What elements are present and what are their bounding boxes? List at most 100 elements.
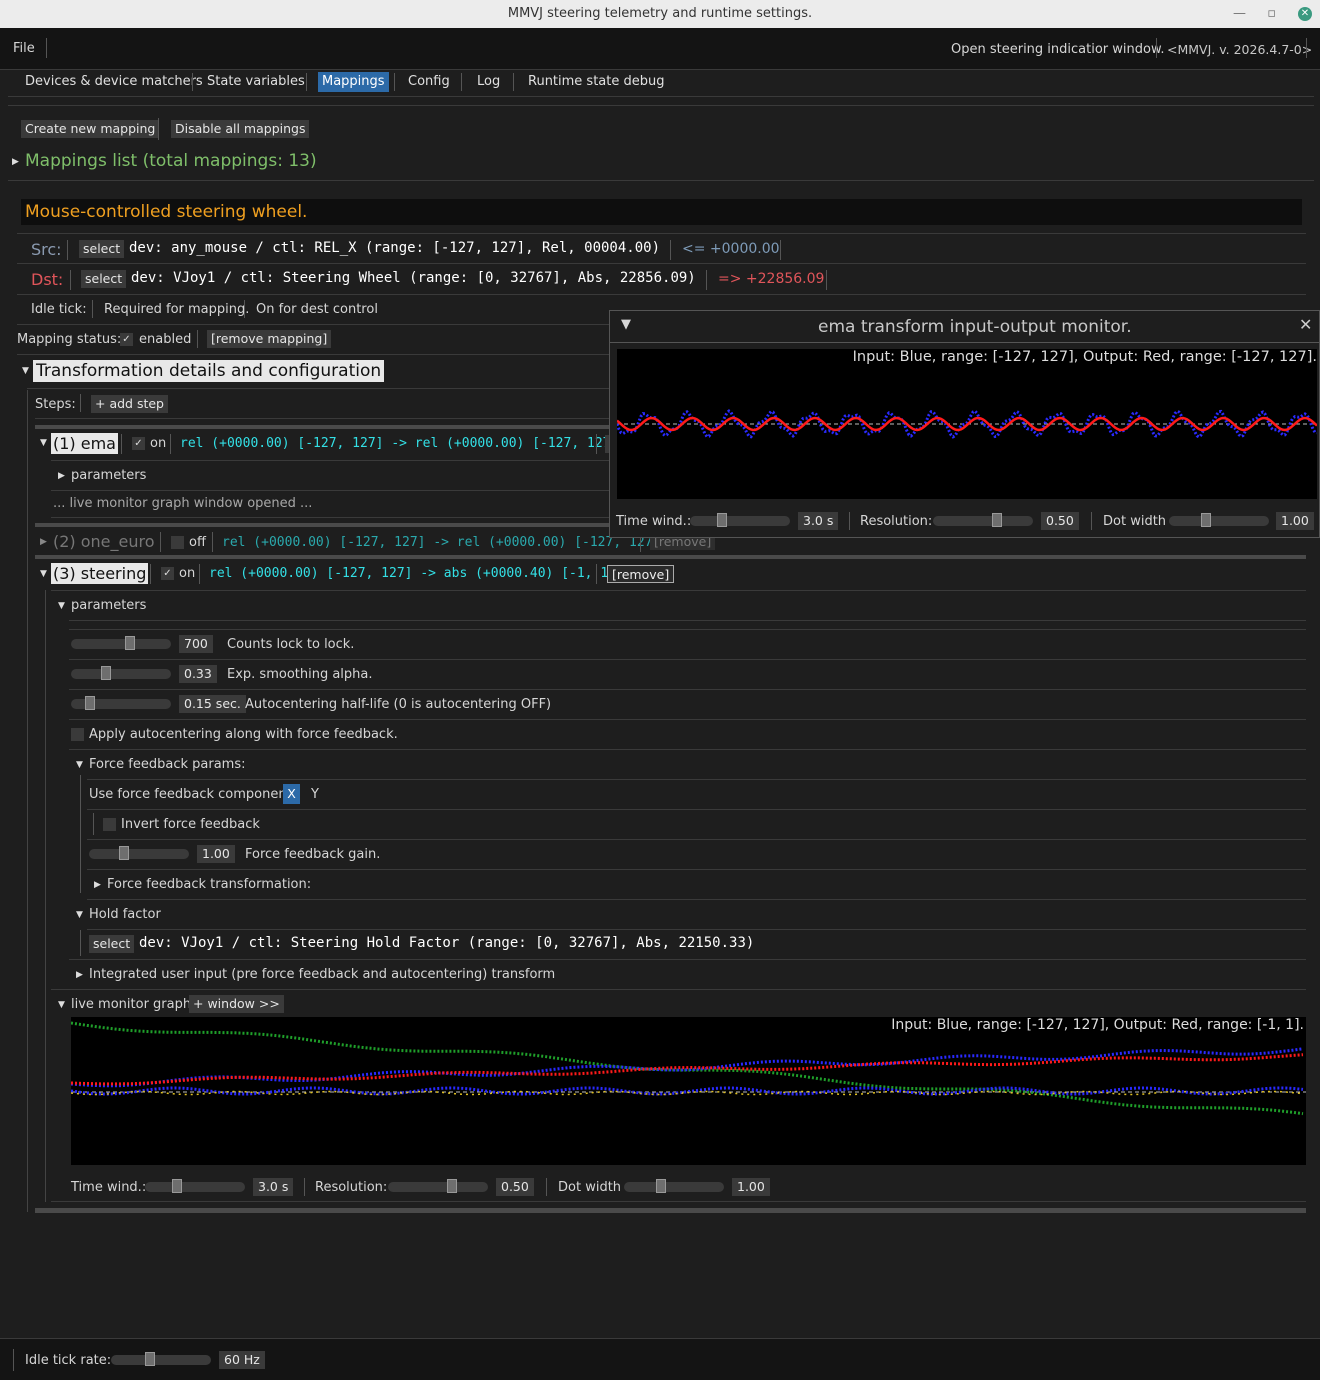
mappings-list-header[interactable]: Mappings list (total mappings: 13) (25, 151, 317, 171)
disable-all-mappings-button[interactable]: Disable all mappings (171, 120, 310, 138)
step1-on-checkbox[interactable]: ✓ (132, 437, 145, 450)
maximize-icon[interactable]: ▫ (1267, 0, 1276, 28)
popup-resolution-value[interactable]: 0.50 (1041, 512, 1079, 530)
counts-slider[interactable] (71, 636, 171, 650)
divider (69, 659, 1306, 660)
ff-params-header[interactable]: Force feedback params: (89, 757, 246, 772)
collapse-triangle-icon[interactable]: ▼ (40, 569, 47, 579)
step1-on-label: on (150, 436, 167, 451)
half-life-value[interactable]: 0.15 sec. (179, 695, 246, 713)
time-window-slider[interactable] (145, 1179, 245, 1193)
divider (80, 394, 81, 412)
expand-triangle-icon[interactable]: ▶ (76, 970, 83, 980)
collapse-triangle-icon[interactable]: ▼ (58, 601, 65, 611)
idle-tick-rate-slider[interactable] (111, 1352, 211, 1366)
popup-resolution-slider[interactable] (933, 513, 1033, 527)
ff-component-x[interactable]: X (283, 784, 300, 804)
tab-mappings[interactable]: Mappings (318, 72, 389, 92)
counts-value[interactable]: 700 (179, 635, 213, 653)
expand-triangle-icon[interactable]: ▶ (12, 157, 19, 167)
open-indicator-link[interactable]: Open steering indicatior window. (951, 42, 1165, 57)
popup-dot-width-value[interactable]: 1.00 (1276, 512, 1314, 530)
tab-state-variables[interactable]: State variables (203, 72, 309, 92)
mapping-title[interactable]: Mouse-controlled steering wheel. (25, 202, 307, 222)
menu-file[interactable]: File (13, 41, 35, 56)
alpha-slider[interactable] (71, 666, 171, 680)
hold-factor-header[interactable]: Hold factor (89, 907, 161, 922)
remove-mapping-button[interactable]: [remove mapping] (207, 330, 332, 348)
open-window-button[interactable]: + window >> (189, 995, 284, 1013)
alpha-value[interactable]: 0.33 (179, 665, 217, 683)
popup-time-slider[interactable] (690, 513, 790, 527)
ff-gain-value[interactable]: 1.00 (197, 845, 235, 863)
close-icon[interactable]: ✕ (1298, 7, 1312, 21)
dst-label: Dst: (31, 270, 64, 289)
slider-knob[interactable] (991, 513, 1002, 527)
src-select-button[interactable]: select (79, 240, 125, 258)
expand-triangle-icon[interactable]: ▶ (58, 471, 65, 481)
step1-parameters[interactable]: parameters (71, 468, 146, 483)
step3-remove-button[interactable]: [remove] (607, 565, 675, 583)
divider (596, 564, 597, 584)
slider-knob[interactable] (118, 846, 129, 860)
popup-legend: Input: Blue, range: [-127, 127], Output:… (852, 349, 1317, 365)
step2-on-checkbox[interactable] (171, 536, 184, 549)
apply-autocenter-checkbox[interactable] (71, 728, 84, 741)
live-monitor-label[interactable]: live monitor graph. (71, 997, 195, 1012)
ff-gain-slider[interactable] (89, 846, 189, 860)
minimize-icon[interactable]: — (1233, 0, 1246, 28)
collapse-triangle-icon[interactable]: ▼ (621, 317, 631, 332)
ff-component-y[interactable]: Y (311, 787, 319, 802)
idle-tick-rate-value[interactable]: 60 Hz (219, 1351, 265, 1369)
divider (13, 1349, 14, 1371)
dot-width-value[interactable]: 1.00 (732, 1178, 770, 1196)
slider-knob[interactable] (655, 1179, 666, 1193)
step3-parameters[interactable]: parameters (71, 598, 146, 613)
step3-on-checkbox[interactable]: ✓ (161, 567, 174, 580)
time-window-value[interactable]: 3.0 s (253, 1178, 294, 1196)
half-life-slider[interactable] (71, 696, 171, 710)
hold-select-button[interactable]: select (89, 935, 135, 953)
transform-header[interactable]: Transformation details and configuration (33, 360, 385, 382)
mapping-enabled-checkbox[interactable]: ✓ (120, 333, 133, 346)
slider-knob[interactable] (125, 636, 135, 650)
collapse-triangle-icon[interactable]: ▼ (76, 910, 83, 920)
step3-name[interactable]: (3) steering (51, 563, 149, 584)
collapse-triangle-icon[interactable]: ▼ (40, 438, 47, 448)
invert-ff-checkbox[interactable] (103, 818, 116, 831)
popup-close-icon[interactable]: ✕ (1299, 315, 1312, 334)
tab-runtime-debug[interactable]: Runtime state debug (524, 72, 669, 92)
integrated-input-header[interactable]: Integrated user input (pre force feedbac… (89, 967, 555, 982)
ema-monitor-popup[interactable]: ▼ ema transform input-output monitor. ✕ … (609, 310, 1320, 538)
half-life-label: Autocentering half-life (0 is autocenter… (245, 697, 552, 712)
slider-knob[interactable] (1200, 513, 1211, 527)
tab-log[interactable]: Log (473, 72, 504, 92)
expand-triangle-icon[interactable]: ▶ (40, 537, 47, 547)
slider-knob[interactable] (145, 1352, 156, 1366)
popup-dot-width-slider[interactable] (1169, 513, 1269, 527)
collapse-triangle-icon[interactable]: ▼ (22, 366, 29, 376)
collapse-triangle-icon[interactable]: ▼ (58, 1000, 65, 1010)
tab-devices[interactable]: Devices & device matchers (21, 72, 207, 92)
tab-config[interactable]: Config (404, 72, 454, 92)
slider-knob[interactable] (84, 696, 95, 710)
resolution-value[interactable]: 0.50 (496, 1178, 534, 1196)
slider-knob[interactable] (717, 513, 727, 527)
dot-width-slider[interactable] (624, 1179, 724, 1193)
create-mapping-button[interactable]: Create new mapping (21, 120, 160, 138)
dst-select-button[interactable]: select (81, 270, 127, 288)
tab-divider (306, 73, 307, 91)
add-step-button[interactable]: + add step (91, 395, 168, 413)
collapse-triangle-icon[interactable]: ▼ (76, 760, 83, 770)
slider-knob[interactable] (100, 666, 111, 680)
popup-time-value[interactable]: 3.0 s (798, 512, 839, 530)
expand-triangle-icon[interactable]: ▶ (94, 880, 101, 890)
slider-knob[interactable] (446, 1179, 457, 1193)
step2-name[interactable]: (2) one_euro (53, 532, 155, 551)
slider-knob[interactable] (172, 1179, 182, 1193)
step1-name[interactable]: (1) ema (51, 433, 118, 454)
resolution-slider[interactable] (388, 1179, 488, 1193)
divider (69, 719, 1306, 720)
divider (546, 1178, 547, 1196)
ff-transformation[interactable]: Force feedback transformation: (107, 877, 311, 892)
